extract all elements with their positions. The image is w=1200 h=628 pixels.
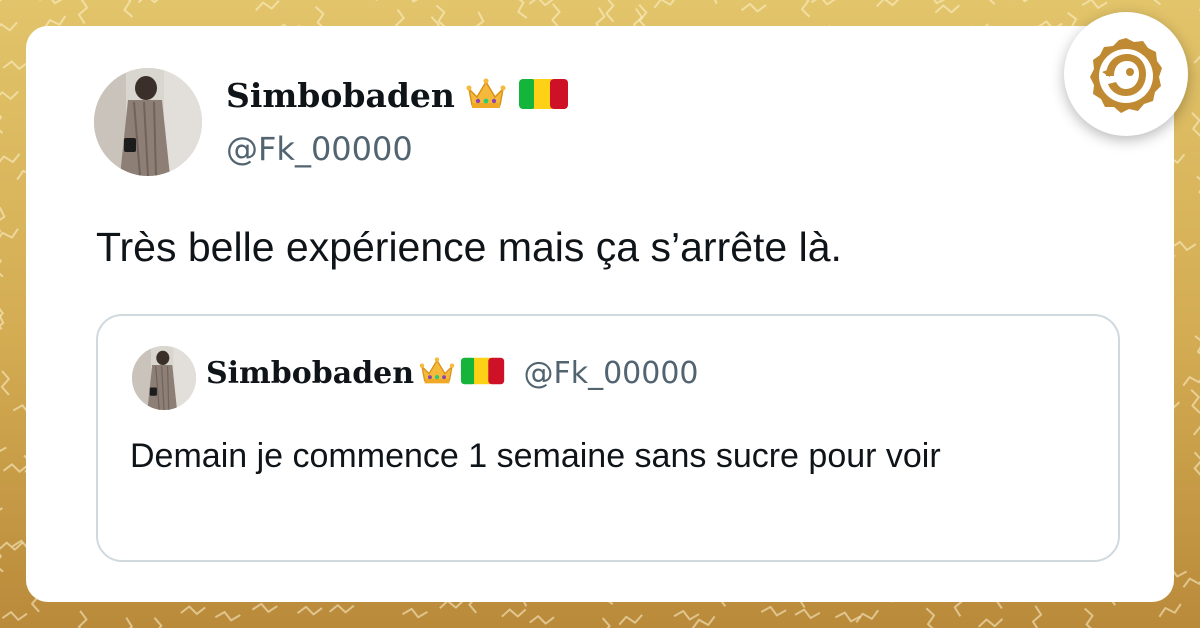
brand-logo[interactable] [1064,12,1188,136]
quoted-text: Demain je commence 1 semaine sans sucre … [130,437,941,475]
avatar[interactable] [94,68,202,176]
tweet-card: Simbobaden @Fk_00000 Très belle expérien… [26,26,1174,602]
quoted-avatar[interactable] [132,346,196,410]
quoted-handle[interactable]: @Fk_00000 [523,356,698,391]
quoted-header: Simbobaden @Fk_00000 [206,356,699,391]
handle[interactable]: @Fk_00000 [226,130,413,168]
quoted-display-name[interactable]: Simbobaden [206,356,414,391]
display-name[interactable]: Simbobaden [226,76,570,119]
tweet-text: Très belle expérience mais ça s’arrête l… [96,224,842,270]
mali-flag-emoji [459,356,507,391]
crown-emoji [419,356,455,391]
bird-logo-icon [1090,38,1162,113]
quoted-tweet[interactable]: Simbobaden @Fk_00000 Demain je commence … [96,314,1120,562]
display-name-text: Simbobaden [226,76,455,115]
crown-emoji [466,77,506,119]
mali-flag-emoji [518,77,570,119]
